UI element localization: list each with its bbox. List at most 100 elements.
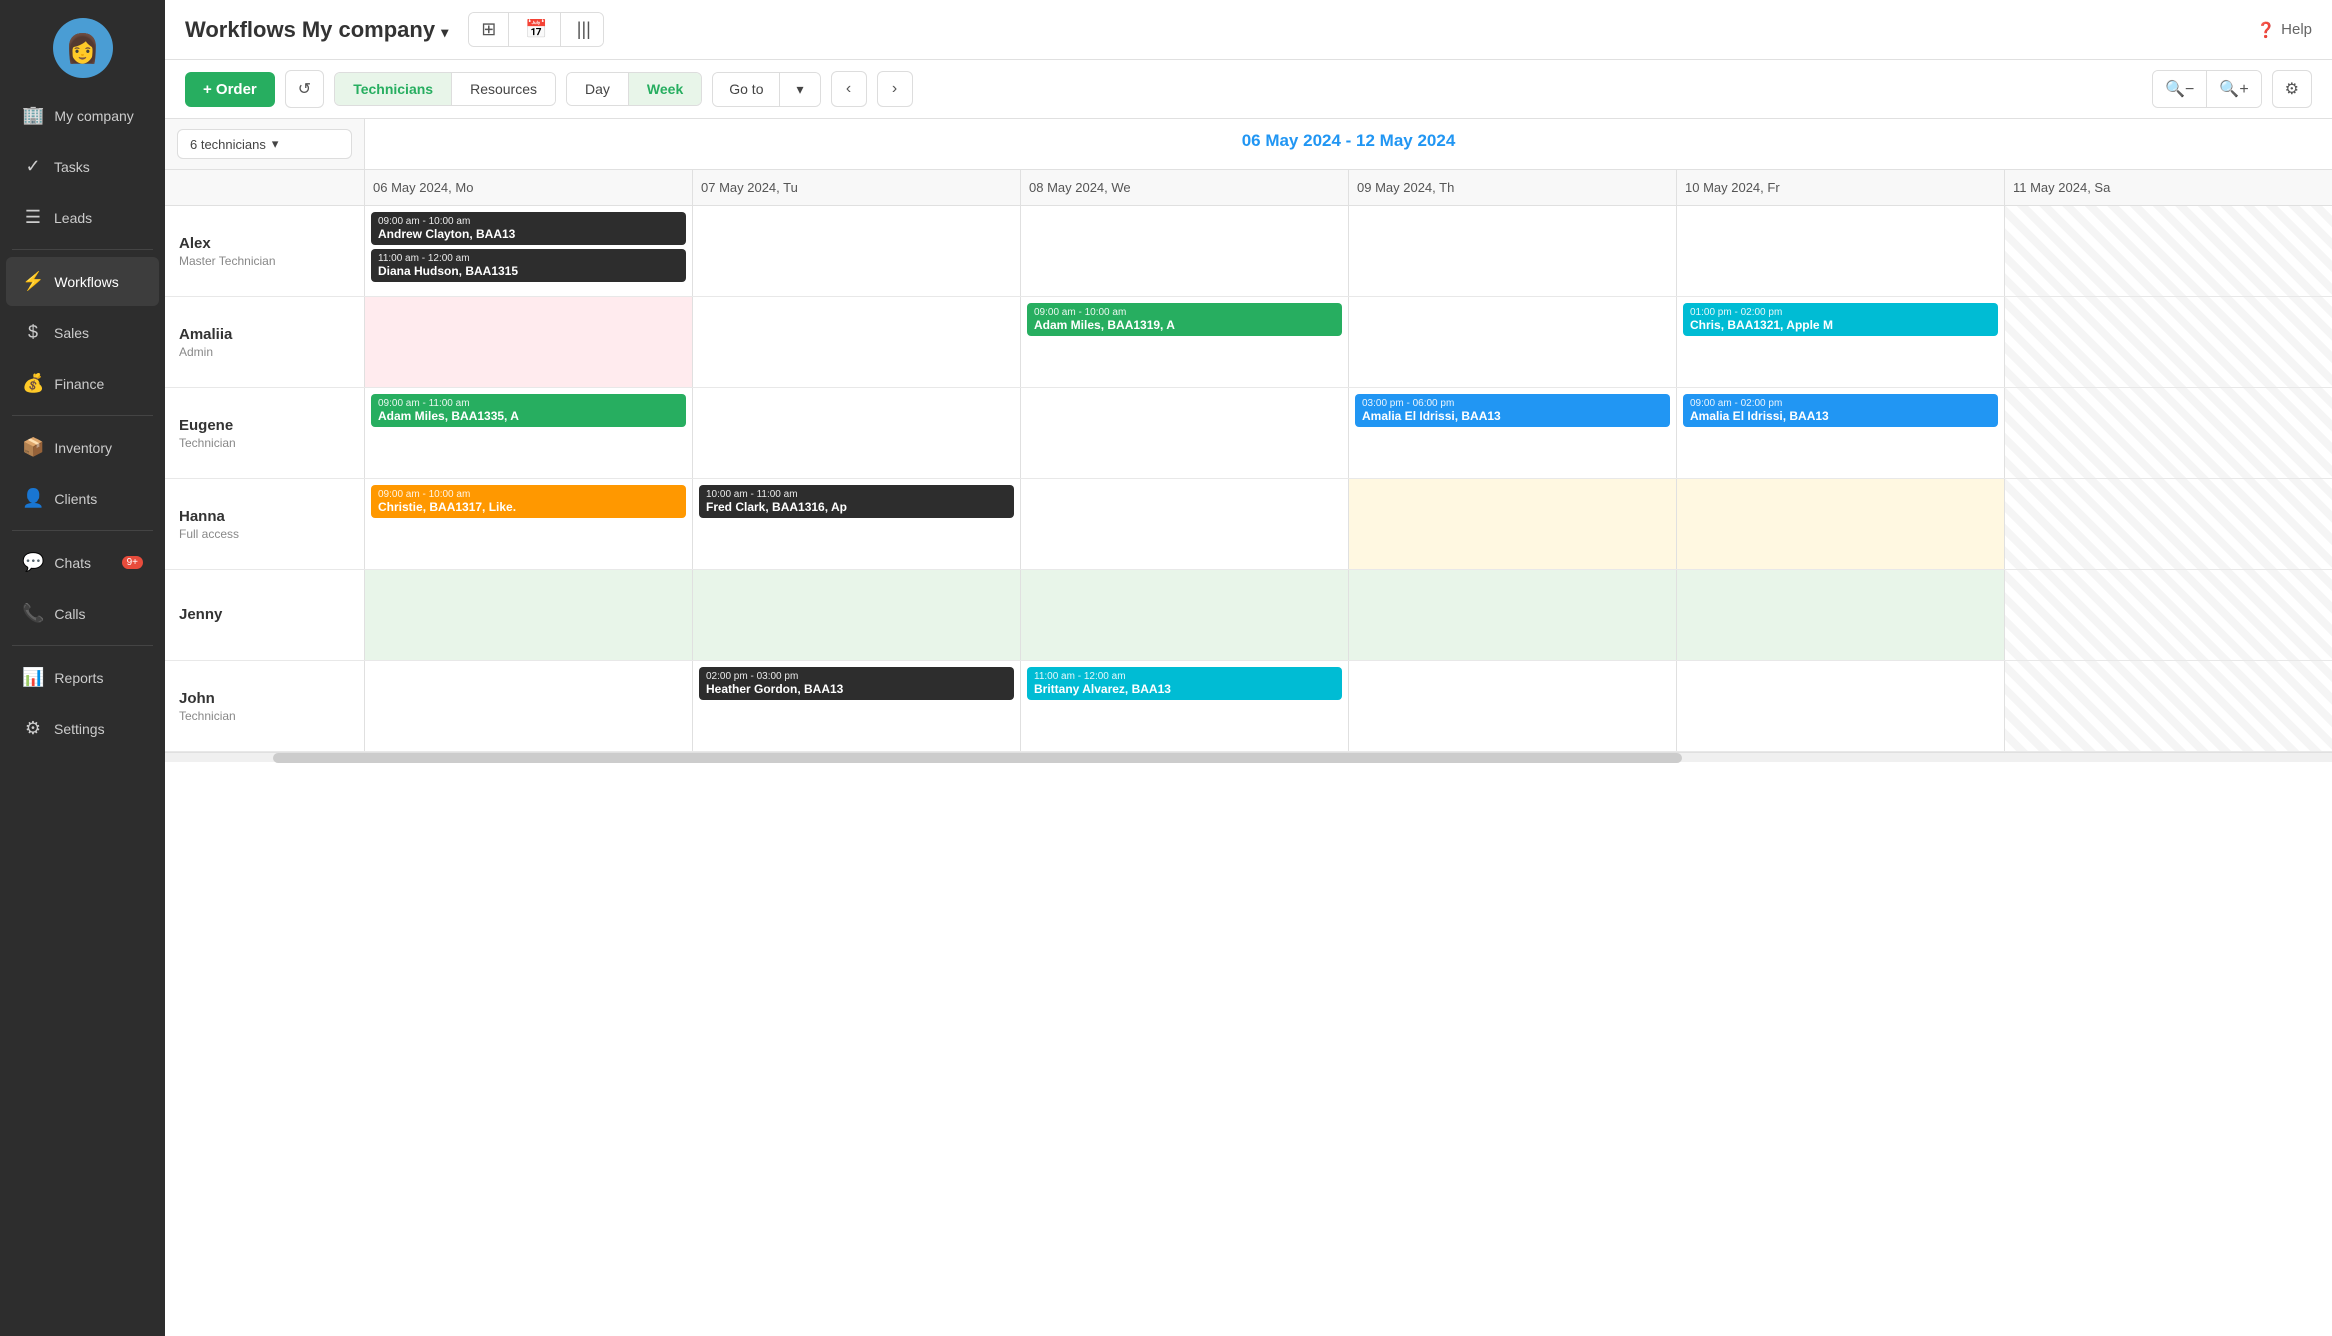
day-cell[interactable]	[365, 297, 693, 387]
day-cell[interactable]	[1021, 570, 1349, 660]
period-tab-day[interactable]: Day	[567, 73, 629, 105]
event-block[interactable]: 01:00 pm - 02:00 pm Chris, BAA1321, Appl…	[1683, 303, 1998, 336]
day-cell[interactable]: 11:00 am - 12:00 am Brittany Alvarez, BA…	[1021, 661, 1349, 751]
event-name: Brittany Alvarez, BAA13	[1034, 682, 1335, 696]
event-block[interactable]: 09:00 am - 10:00 am Christie, BAA1317, L…	[371, 485, 686, 518]
day-cell[interactable]: 09:00 am - 10:00 am Adam Miles, BAA1319,…	[1021, 297, 1349, 387]
day-cell[interactable]	[365, 661, 693, 751]
event-block[interactable]: 09:00 am - 10:00 am Adam Miles, BAA1319,…	[1027, 303, 1342, 336]
day-cell[interactable]: 03:00 pm - 06:00 pm Amalia El Idrissi, B…	[1349, 388, 1677, 478]
help-button[interactable]: ❓ Help	[2256, 21, 2312, 39]
sidebar-item-clients[interactable]: 👤 Clients	[6, 474, 159, 523]
day-cell[interactable]: 10:00 am - 11:00 am Fred Clark, BAA1316,…	[693, 479, 1021, 569]
sidebar-item-leads[interactable]: ☰ Leads	[6, 193, 159, 242]
date-header-cell: 07 May 2024, Tu	[693, 170, 1021, 205]
day-cell[interactable]	[1677, 661, 2005, 751]
next-button[interactable]: ›	[877, 71, 913, 107]
sidebar-label-inventory: Inventory	[54, 440, 112, 456]
tab-resources[interactable]: Resources	[452, 73, 555, 105]
sidebar-item-calls[interactable]: 📞 Calls	[6, 589, 159, 638]
event-name: Chris, BAA1321, Apple M	[1690, 318, 1991, 332]
divider-after-calls	[12, 645, 153, 646]
horizontal-scrollbar[interactable]	[165, 752, 2332, 762]
event-block[interactable]: 09:00 am - 02:00 pm Amalia El Idrissi, B…	[1683, 394, 1998, 427]
zoom-in-button[interactable]: 🔍+	[2207, 71, 2260, 107]
sidebar-item-my-company[interactable]: 🏢 My company	[6, 91, 159, 140]
day-cell[interactable]	[2005, 661, 2332, 751]
event-block[interactable]: 03:00 pm - 06:00 pm Amalia El Idrissi, B…	[1355, 394, 1670, 427]
period-tab-week[interactable]: Week	[629, 73, 701, 105]
day-cell[interactable]	[1021, 388, 1349, 478]
event-block[interactable]: 11:00 am - 12:00 am Brittany Alvarez, BA…	[1027, 667, 1342, 700]
day-cell[interactable]	[1677, 479, 2005, 569]
sidebar-item-workflows[interactable]: ⚡ Workflows	[6, 257, 159, 306]
goto-group: Go to ▾	[712, 72, 820, 107]
bar-view-icon[interactable]: |||	[565, 13, 603, 46]
company-name: My company	[302, 17, 435, 42]
prev-button[interactable]: ‹	[831, 71, 867, 107]
day-cell[interactable]	[1349, 661, 1677, 751]
event-name: Andrew Clayton, BAA13	[378, 227, 679, 241]
day-cell[interactable]	[693, 297, 1021, 387]
date-range-row: 6 technicians ▾ 06 May 2024 - 12 May 202…	[165, 119, 2332, 170]
sidebar-item-reports[interactable]: 📊 Reports	[6, 653, 159, 702]
goto-button[interactable]: Go to	[713, 73, 780, 106]
calendar-view-icon[interactable]: 📅	[513, 13, 560, 46]
day-cell[interactable]	[2005, 297, 2332, 387]
event-block[interactable]: 02:00 pm - 03:00 pm Heather Gordon, BAA1…	[699, 667, 1014, 700]
sidebar-item-finance[interactable]: 💰 Finance	[6, 359, 159, 408]
day-cell[interactable]: 09:00 am - 10:00 am Christie, BAA1317, L…	[365, 479, 693, 569]
calendar-settings-button[interactable]: ⚙	[2272, 70, 2312, 108]
day-cell[interactable]	[2005, 479, 2332, 569]
day-cell[interactable]	[1349, 206, 1677, 296]
event-time: 09:00 am - 10:00 am	[1034, 307, 1335, 318]
grid-view-icon[interactable]: ⊞	[469, 13, 509, 46]
sidebar-item-sales[interactable]: $ Sales	[6, 308, 159, 357]
refresh-button[interactable]: ↺	[285, 70, 324, 108]
day-cell[interactable]: 01:00 pm - 02:00 pm Chris, BAA1321, Appl…	[1677, 297, 2005, 387]
day-cell[interactable]: 09:00 am - 11:00 am Adam Miles, BAA1335,…	[365, 388, 693, 478]
calendar-dates-header: 06 May 2024, Mo07 May 2024, Tu08 May 202…	[365, 170, 2332, 205]
day-cell[interactable]: 09:00 am - 02:00 pm Amalia El Idrissi, B…	[1677, 388, 2005, 478]
day-cell[interactable]	[365, 570, 693, 660]
event-block[interactable]: 09:00 am - 11:00 am Adam Miles, BAA1335,…	[371, 394, 686, 427]
day-cell[interactable]	[1021, 479, 1349, 569]
day-cell[interactable]	[1349, 297, 1677, 387]
day-cell[interactable]	[2005, 388, 2332, 478]
day-cell[interactable]	[1677, 206, 2005, 296]
tab-technicians[interactable]: Technicians	[335, 73, 452, 105]
event-block[interactable]: 11:00 am - 12:00 am Diana Hudson, BAA131…	[371, 249, 686, 282]
day-cell[interactable]	[1349, 479, 1677, 569]
date-range-title: 06 May 2024 - 12 May 2024	[365, 119, 2332, 169]
day-cell[interactable]	[1349, 570, 1677, 660]
sidebar-item-chats[interactable]: 💬 Chats 9+	[6, 538, 159, 587]
avatar-emoji: 👩	[65, 32, 100, 65]
day-cell[interactable]	[2005, 570, 2332, 660]
sidebar-item-settings[interactable]: ⚙ Settings	[6, 704, 159, 753]
divider-after-clients	[12, 530, 153, 531]
day-cell[interactable]	[693, 570, 1021, 660]
event-block[interactable]: 09:00 am - 10:00 am Andrew Clayton, BAA1…	[371, 212, 686, 245]
day-cell[interactable]	[1677, 570, 2005, 660]
scrollbar-thumb[interactable]	[273, 753, 1682, 763]
date-header-cell: 06 May 2024, Mo	[365, 170, 693, 205]
goto-dropdown-button[interactable]: ▾	[780, 73, 819, 106]
divider-after-leads	[12, 249, 153, 250]
event-name: Adam Miles, BAA1319, A	[1034, 318, 1335, 332]
event-block[interactable]: 10:00 am - 11:00 am Fred Clark, BAA1316,…	[699, 485, 1014, 518]
date-header-cell: 11 May 2024, Sa	[2005, 170, 2332, 205]
sidebar-item-inventory[interactable]: 📦 Inventory	[6, 423, 159, 472]
header-title-prefix: Workflows	[185, 17, 296, 43]
order-button[interactable]: + Order	[185, 72, 275, 107]
tech-filter-button[interactable]: 6 technicians ▾	[177, 129, 352, 159]
day-cell[interactable]: 09:00 am - 10:00 am Andrew Clayton, BAA1…	[365, 206, 693, 296]
event-time: 10:00 am - 11:00 am	[706, 489, 1007, 500]
day-cell[interactable]	[693, 206, 1021, 296]
day-cell[interactable]: 02:00 pm - 03:00 pm Heather Gordon, BAA1…	[693, 661, 1021, 751]
zoom-out-button[interactable]: 🔍−	[2153, 71, 2207, 107]
day-cell[interactable]	[1021, 206, 1349, 296]
day-cell[interactable]	[693, 388, 1021, 478]
company-dropdown-icon[interactable]: ▾	[441, 24, 448, 40]
day-cell[interactable]	[2005, 206, 2332, 296]
sidebar-item-tasks[interactable]: ✓ Tasks	[6, 142, 159, 191]
